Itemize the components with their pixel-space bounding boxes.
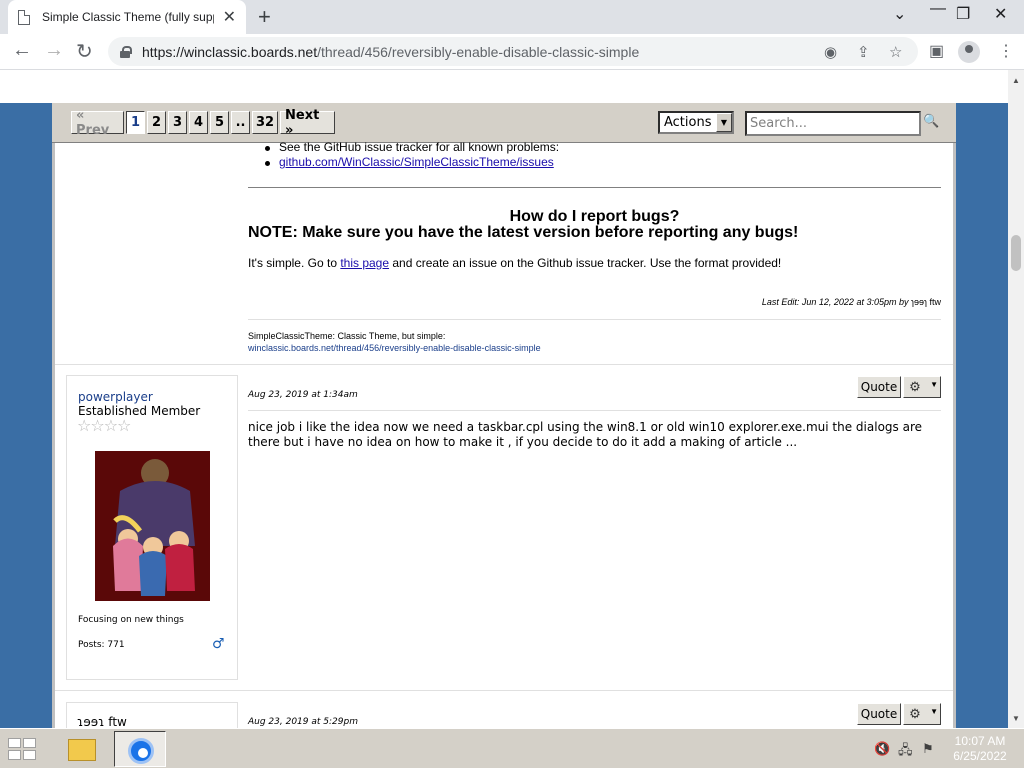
volume-muted-icon[interactable]: 🔇	[874, 741, 890, 757]
post-separator	[55, 364, 953, 365]
user-avatar-image[interactable]	[95, 451, 210, 601]
last-edit-note: Last Edit: Jun 12, 2022 at 3:05pm by ɿɘɘ…	[761, 297, 941, 307]
scrollbar-thumb[interactable]	[1011, 235, 1021, 271]
browser-toolbar: ← → ↻ https://winclassic.boards.net/thre…	[0, 34, 1024, 70]
rank-stars-icon: ☆☆☆☆	[77, 416, 131, 435]
list-item: See the GitHub issue tracker for all kno…	[263, 140, 559, 155]
reload-icon[interactable]: ↻	[76, 39, 93, 64]
prev-page-button[interactable]: « Prev	[71, 108, 124, 138]
menu-kebab-icon[interactable]: ⋮	[998, 41, 1014, 61]
tab-search-chevron-icon[interactable]: ⌄	[893, 4, 906, 24]
user-profile-card: powerplayer Established Member ☆☆☆☆ Focu…	[66, 375, 238, 680]
folder-icon	[68, 739, 96, 761]
post-separator	[55, 690, 953, 691]
post-options-button[interactable]: ⚙ ▼	[903, 703, 941, 725]
page-button-5[interactable]: 5	[210, 111, 229, 134]
chevron-down-icon: ▼	[930, 707, 938, 716]
address-bar[interactable]: https://winclassic.boards.net/thread/456…	[108, 37, 918, 66]
page-viewport: « Prev 1 2 3 4 5 .. 32 Next » Actions ▼ …	[0, 70, 1008, 728]
post-timestamp[interactable]: Aug 23, 2019 at 1:34am	[248, 390, 358, 400]
chevron-down-icon: ▼	[930, 380, 938, 389]
chrome-icon	[128, 738, 154, 764]
gear-icon: ⚙	[909, 379, 921, 394]
tab-title: Simple Classic Theme (fully supp	[42, 10, 214, 24]
dropdown-arrow-icon[interactable]: ▼	[716, 113, 732, 132]
known-issues-list: See the GitHub issue tracker for all kno…	[263, 140, 559, 170]
browser-tab-strip: Simple Classic Theme (fully supp ✕ + ⌄ —…	[0, 0, 1024, 34]
user-post-count: Posts: 771	[78, 640, 125, 650]
signature-line-2: winclassic.boards.net/thread/456/reversi…	[248, 343, 541, 353]
start-button-icon[interactable]	[8, 738, 38, 760]
thread-pager-bar: « Prev 1 2 3 4 5 .. 32 Next » Actions ▼ …	[52, 103, 956, 143]
next-page-button[interactable]: Next »	[280, 108, 335, 138]
page-background-right	[956, 103, 1008, 728]
file-explorer-taskbar-button[interactable]	[56, 731, 108, 767]
signature-line-1: SimpleClassicTheme: Classic Theme, but s…	[248, 331, 446, 341]
window-close-icon[interactable]: ✕	[994, 4, 1007, 24]
network-icon[interactable]: 🖧	[898, 741, 913, 763]
clock-date: 6/25/2022	[953, 749, 1007, 763]
share-icon[interactable]: ⇪	[857, 43, 870, 61]
side-panel-icon[interactable]: ▣	[929, 41, 944, 61]
gear-icon: ⚙	[909, 706, 921, 721]
post-options-button[interactable]: ⚙ ▼	[903, 376, 941, 398]
bookmark-star-icon[interactable]: ☆	[889, 43, 902, 61]
scroll-up-icon[interactable]: ▲	[1012, 76, 1020, 85]
this-page-link[interactable]: this page	[340, 256, 389, 270]
page-button-4[interactable]: 4	[189, 111, 208, 134]
page-button-2[interactable]: 2	[147, 111, 166, 134]
search-input[interactable]: Search...	[745, 111, 921, 136]
page-button-1[interactable]: 1	[126, 111, 145, 134]
male-gender-icon: ♂	[212, 636, 225, 652]
new-tab-icon[interactable]: +	[258, 4, 271, 30]
forward-icon[interactable]: →	[44, 39, 64, 62]
username-link[interactable]: ɿɘɘɿ ftw	[77, 715, 127, 728]
taskbar: 🔇 🖧 ⚑ 10:07 AM 6/25/2022	[0, 728, 1024, 768]
page-ellipsis-button[interactable]: ..	[231, 111, 250, 134]
username-link[interactable]: powerplayer	[78, 390, 153, 404]
tab-close-icon[interactable]: ✕	[223, 7, 236, 27]
signature-divider	[248, 319, 941, 320]
post-timestamp[interactable]: Aug 23, 2019 at 5:29pm	[248, 717, 358, 727]
search-go-icon[interactable]: 🔍	[923, 113, 939, 129]
divider	[248, 187, 941, 188]
quote-button[interactable]: Quote	[857, 376, 901, 398]
minimize-icon[interactable]: —	[930, 0, 946, 18]
bugs-note: NOTE: Make sure you have the latest vers…	[248, 224, 799, 241]
action-center-icon[interactable]: ⚑	[922, 741, 934, 757]
url-text: https://winclassic.boards.net/thread/456…	[142, 43, 640, 60]
page-background-left	[0, 103, 52, 728]
scroll-down-icon[interactable]: ▼	[1012, 714, 1020, 723]
github-issues-link[interactable]: github.com/WinClassic/SimpleClassicTheme…	[279, 155, 554, 169]
last-edit-user[interactable]: ɿɘɘɿ ftw	[911, 297, 941, 307]
user-description: Focusing on new things	[78, 615, 184, 625]
actions-select-value: Actions	[664, 115, 712, 130]
list-item: github.com/WinClassic/SimpleClassicTheme…	[263, 155, 559, 170]
eye-off-icon[interactable]: ◉	[824, 43, 837, 61]
signature-link[interactable]: winclassic.boards.net/thread/456/reversi…	[248, 343, 541, 353]
clock-time: 10:07 AM	[954, 734, 1006, 748]
vertical-scrollbar[interactable]: ▲ ▼	[1008, 70, 1024, 728]
quote-button[interactable]: Quote	[857, 703, 901, 725]
chrome-taskbar-button[interactable]	[114, 731, 166, 767]
lock-icon[interactable]	[120, 45, 132, 58]
post-header-divider	[248, 410, 941, 411]
page-icon	[18, 9, 30, 25]
browser-tab[interactable]: Simple Classic Theme (fully supp ✕	[8, 0, 246, 34]
restore-icon[interactable]: ❐	[956, 4, 970, 24]
actions-select[interactable]: Actions ▼	[658, 111, 734, 134]
post-body: nice job i like the idea now we need a t…	[248, 420, 922, 449]
bugs-paragraph: It's simple. Go to this page and create …	[248, 256, 782, 270]
profile-avatar-icon[interactable]	[958, 41, 980, 63]
back-icon[interactable]: ←	[12, 39, 32, 62]
page-button-32[interactable]: 32	[252, 111, 278, 134]
system-clock[interactable]: 10:07 AM 6/25/2022	[945, 734, 1015, 764]
page-button-3[interactable]: 3	[168, 111, 187, 134]
